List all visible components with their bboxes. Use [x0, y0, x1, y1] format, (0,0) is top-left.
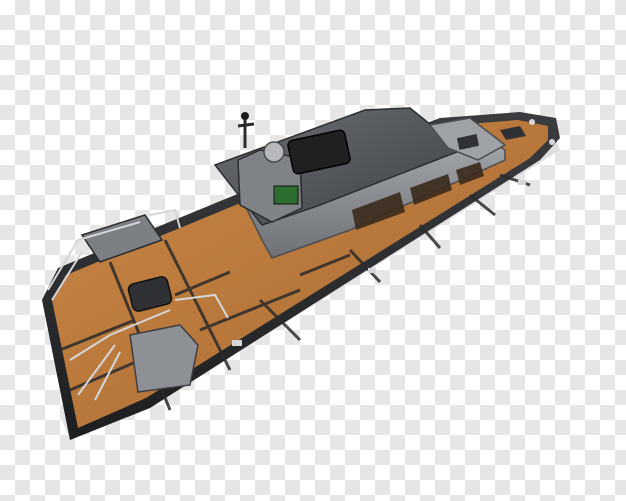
- mast: [237, 118, 255, 148]
- aft-console: [129, 324, 199, 393]
- bow-light: [549, 139, 555, 145]
- radar-dome: [263, 141, 285, 163]
- transparency-background: [0, 0, 626, 501]
- mast-light: [241, 112, 249, 120]
- bow-cleat: [529, 119, 535, 125]
- boat-render-image: [42, 107, 560, 440]
- helm-controls: [273, 185, 299, 205]
